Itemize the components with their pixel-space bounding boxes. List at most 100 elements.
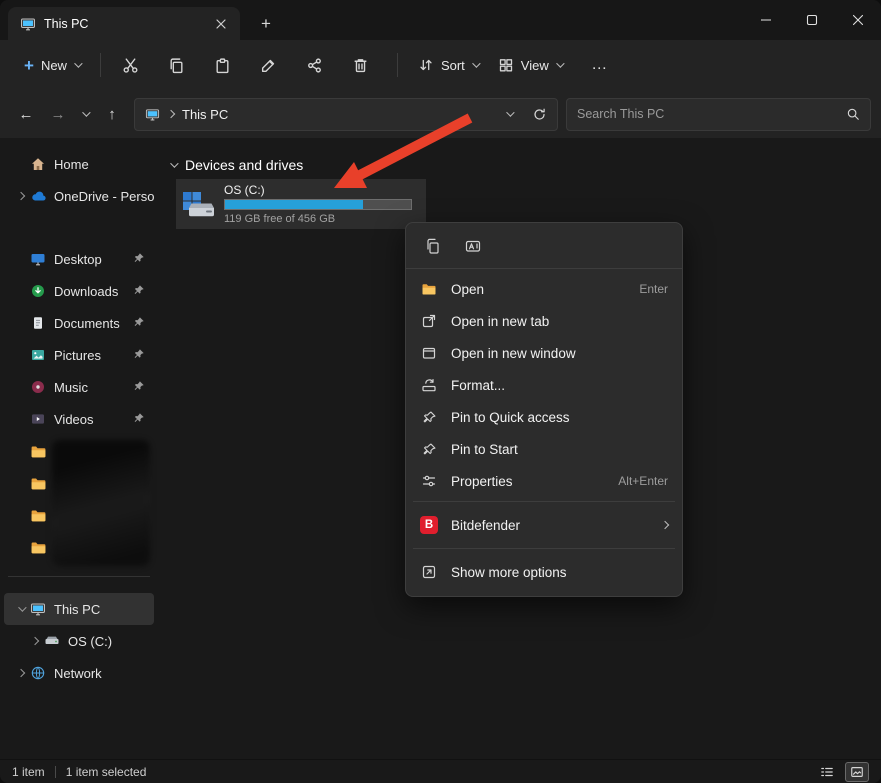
context-menu: Open Enter Open in new tab Open in new w… (405, 222, 683, 597)
breadcrumb: This PC (182, 107, 228, 122)
navigation-pane: Home OneDrive - Persona Desktop (0, 138, 158, 759)
sidebar-item-videos[interactable]: Videos (4, 403, 154, 435)
menu-item-format[interactable]: Format... (411, 369, 677, 401)
documents-icon (30, 315, 54, 331)
command-bar: + New (0, 40, 881, 90)
sort-button-label: Sort (441, 58, 465, 73)
menu-item-open-in-new-window[interactable]: Open in new window (411, 337, 677, 369)
tab-this-pc[interactable]: This PC (8, 7, 240, 40)
this-pc-icon (145, 107, 160, 122)
bitdefender-icon: B (420, 516, 438, 534)
sidebar-item-this-pc[interactable]: This PC (4, 593, 154, 625)
pictures-icon (30, 347, 54, 363)
this-pc-icon (30, 601, 54, 617)
search-icon (846, 107, 860, 121)
desktop-icon (30, 251, 54, 267)
tab-title: This PC (44, 17, 202, 31)
sidebar-item-documents[interactable]: Documents (4, 307, 154, 339)
menu-separator (413, 548, 675, 549)
rename-button[interactable] (249, 47, 289, 83)
new-button-label: New (41, 58, 67, 73)
recent-locations-button[interactable] (74, 98, 96, 130)
menu-item-properties[interactable]: Properties Alt+Enter (411, 465, 677, 497)
view-button-label: View (521, 58, 549, 73)
search-box[interactable] (566, 98, 871, 131)
pin-to-start-icon (420, 442, 438, 457)
folder-icon (30, 475, 54, 492)
downloads-icon (30, 283, 54, 299)
menu-item-show-more-options[interactable]: Show more options (411, 553, 677, 591)
maximize-button[interactable] (789, 0, 835, 40)
menu-separator (413, 501, 675, 502)
new-tab-button[interactable]: + (252, 10, 280, 38)
delete-button[interactable] (341, 47, 381, 83)
pin-icon (420, 410, 438, 425)
share-icon (306, 57, 323, 74)
toolbar-divider (100, 53, 101, 77)
submenu-chevron-icon (661, 521, 669, 529)
copy-button[interactable] (157, 47, 197, 83)
context-menu-quick-actions (406, 223, 682, 269)
cut-button[interactable] (111, 47, 151, 83)
forward-button[interactable]: → (42, 98, 74, 130)
pin-icon (133, 316, 145, 328)
menu-item-open-in-new-tab[interactable]: Open in new tab (411, 305, 677, 337)
context-menu-items: Open Enter Open in new tab Open in new w… (406, 269, 682, 591)
sidebar-item-home[interactable]: Home (4, 148, 154, 180)
chevron-right-icon[interactable] (17, 669, 25, 677)
thumbnail-view-button[interactable] (845, 762, 869, 782)
sidebar-item-music[interactable]: Music (4, 371, 154, 403)
status-bar: 1 item 1 item selected (0, 759, 881, 783)
view-button[interactable]: View (488, 47, 572, 83)
pin-icon (133, 380, 145, 392)
menu-item-open[interactable]: Open Enter (411, 273, 677, 305)
chevron-down-icon (472, 59, 480, 67)
close-button[interactable] (835, 0, 881, 40)
minimize-button[interactable] (743, 0, 789, 40)
sidebar-item-network[interactable]: Network (4, 657, 154, 689)
chevron-right-icon[interactable] (17, 192, 25, 200)
devices-and-drives-header[interactable]: Devices and drives (158, 138, 881, 173)
view-icon (498, 57, 514, 73)
copy-button[interactable] (416, 229, 450, 263)
menu-item-pin-to-quick-access[interactable]: Pin to Quick access (411, 401, 677, 433)
sidebar-item-onedrive[interactable]: OneDrive - Persona (4, 180, 154, 212)
titlebar: This PC + (0, 0, 881, 40)
item-count: 1 item (12, 765, 45, 779)
capacity-bar-fill (225, 200, 363, 209)
new-button[interactable]: + New (14, 47, 90, 83)
chevron-right-icon[interactable] (31, 637, 39, 645)
drive-os-c-tile[interactable]: OS (C:) 119 GB free of 456 GB (176, 179, 426, 229)
menu-item-pin-to-start[interactable]: Pin to Start (411, 433, 677, 465)
search-input[interactable] (577, 107, 846, 121)
more-icon: … (591, 56, 608, 74)
see-more-button[interactable]: … (580, 47, 620, 83)
delete-icon (352, 57, 369, 74)
tab-close-icon[interactable] (210, 13, 232, 35)
details-view-button[interactable] (815, 762, 839, 782)
address-bar[interactable]: This PC (134, 98, 558, 131)
sort-button[interactable]: Sort (408, 47, 488, 83)
sidebar-item-desktop[interactable]: Desktop (4, 243, 154, 275)
back-button[interactable]: ← (10, 98, 42, 130)
folder-icon (30, 507, 54, 524)
paste-button[interactable] (203, 47, 243, 83)
sidebar-item-os-c[interactable]: OS (C:) (4, 625, 154, 657)
section-title: Devices and drives (185, 157, 303, 173)
drive-icon (44, 633, 68, 649)
sidebar-item-pictures[interactable]: Pictures (4, 339, 154, 371)
share-button[interactable] (295, 47, 335, 83)
address-dropdown-icon[interactable] (506, 108, 514, 116)
menu-item-bitdefender[interactable]: B Bitdefender (411, 506, 677, 544)
new-window-icon (420, 345, 438, 361)
up-button[interactable]: ↑ (96, 98, 128, 130)
refresh-icon[interactable] (532, 107, 547, 122)
breadcrumb-chevron-icon (167, 110, 175, 118)
this-pc-icon (20, 16, 36, 32)
pin-icon (133, 252, 145, 264)
chevron-down-icon[interactable] (18, 603, 26, 611)
music-icon (30, 379, 54, 395)
sidebar-item-downloads[interactable]: Downloads (4, 275, 154, 307)
rename-button[interactable] (456, 229, 490, 263)
collapse-chevron-icon[interactable] (170, 159, 178, 167)
